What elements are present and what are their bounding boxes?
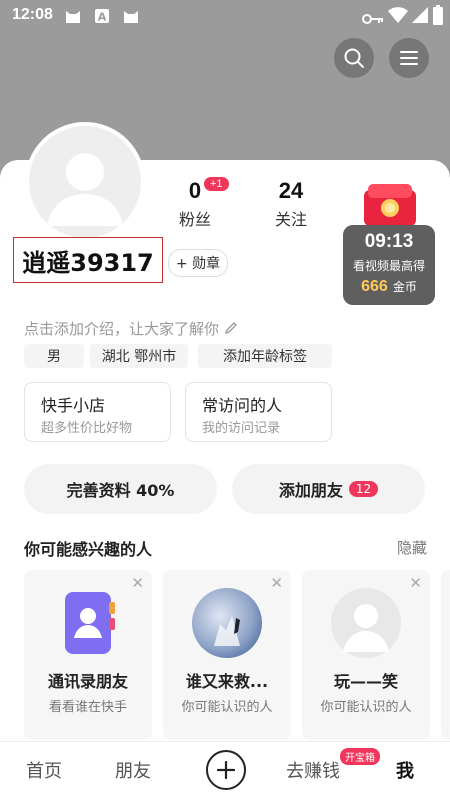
shortcut-subtitle: 超多性价比好物 <box>41 421 133 436</box>
fans-label: 粉丝 <box>178 210 211 229</box>
hide-recommendations-link[interactable]: 隐藏 <box>397 537 427 558</box>
recommendation-name: 谁又来救... <box>185 672 269 691</box>
recommendation-card[interactable]: ✕ 玩——笑 你可能认识的人 <box>302 570 430 740</box>
add-friends-label: 添加朋友 <box>278 481 343 500</box>
username: 逍遥39317 <box>22 248 154 277</box>
fans-new-badge: +1 <box>204 177 229 191</box>
recommendation-card[interactable]: ✕ 谁又来救... 你可能认识的人 <box>163 570 291 740</box>
battery-icon <box>433 5 443 29</box>
menu-button[interactable] <box>389 38 429 78</box>
close-icon[interactable]: ✕ <box>131 574 144 592</box>
recommendations-title: 你可能感兴趣的人 <box>24 540 153 559</box>
complete-profile-label: 完善资料 40% <box>66 481 175 500</box>
search-icon <box>344 48 364 68</box>
close-icon[interactable]: ✕ <box>409 574 422 592</box>
following-stat[interactable]: 24 关注 <box>266 178 316 230</box>
medal-button[interactable]: + 勋章 <box>168 249 228 277</box>
bio-placeholder[interactable]: 点击添加介绍，让大家了解你 <box>24 318 238 339</box>
add-friends-button[interactable]: 添加朋友 12 <box>232 464 425 514</box>
timer-caption: 看视频最高得 <box>352 259 425 273</box>
tag-gender[interactable]: 男 <box>24 344 84 368</box>
tag-add-age[interactable]: 添加年龄标签 <box>198 344 332 368</box>
following-count: 24 <box>278 178 304 203</box>
contacts-book-icon <box>53 588 123 658</box>
shortcut-subtitle: 我的访问记录 <box>202 421 281 436</box>
status-time: 12:08 <box>12 6 53 23</box>
reward-timer[interactable]: 09:13 看视频最高得 666 金币 <box>343 225 435 305</box>
timer-time: 09:13 <box>364 231 414 252</box>
close-icon[interactable]: ✕ <box>270 574 283 592</box>
edit-pencil-icon <box>224 322 237 335</box>
recommendation-subtitle: 看看谁在快手 <box>48 700 127 715</box>
wifi-icon <box>388 7 408 27</box>
status-bar: 12:08 A <box>0 0 450 34</box>
tag-add-age-label: 添加年龄标签 <box>223 349 307 365</box>
default-avatar-icon <box>47 153 123 226</box>
nav-earn[interactable]: 去赚钱 <box>286 757 340 783</box>
signal-icon <box>412 7 428 27</box>
add-friends-badge: 12 <box>348 481 379 497</box>
recommendation-name: 通讯录朋友 <box>47 672 128 691</box>
recommendation-subtitle: 你可能认识的人 <box>181 700 273 715</box>
shortcut-frequent-visitors[interactable]: 常访问的人 我的访问记录 <box>185 382 332 442</box>
nav-home[interactable]: 首页 <box>26 757 62 783</box>
tag-gender-label: 男 <box>47 349 61 365</box>
treasure-chest-badge: 开宝箱 <box>340 748 380 765</box>
key-icon <box>362 10 384 29</box>
medal-label: + 勋章 <box>175 256 221 272</box>
default-avatar-icon <box>331 588 401 658</box>
complete-profile-button[interactable]: 完善资料 40% <box>24 464 217 514</box>
bio-text: 点击添加介绍，让大家了解你 <box>24 320 220 338</box>
shortcut-kwai-shop[interactable]: 快手小店 超多性价比好物 <box>24 382 171 442</box>
bottom-navigation: 首页 朋友 去赚钱 开宝箱 我 <box>0 741 450 800</box>
app-a-notification-icon: A <box>94 8 110 28</box>
menu-icon <box>400 51 418 65</box>
nav-me[interactable]: 我 <box>396 757 414 783</box>
create-post-button[interactable] <box>206 750 246 790</box>
shortcut-title: 常访问的人 <box>202 396 283 415</box>
recommendation-card-partial[interactable] <box>441 570 450 740</box>
red-envelope-icon[interactable] <box>358 182 422 228</box>
recommendation-subtitle: 你可能认识的人 <box>320 700 412 715</box>
avatar[interactable] <box>25 122 145 242</box>
shortcut-title: 快手小店 <box>41 396 106 415</box>
following-label: 关注 <box>274 210 307 229</box>
cat-notification-icon-2 <box>122 8 140 28</box>
nav-friends[interactable]: 朋友 <box>115 757 151 783</box>
search-button[interactable] <box>334 38 374 78</box>
cat-notification-icon <box>64 8 82 28</box>
timer-unit: 金币 <box>392 280 417 294</box>
svg-text:A: A <box>98 11 107 24</box>
tag-location[interactable]: 湖北 鄂州市 <box>90 344 188 368</box>
recommendation-name: 玩——笑 <box>333 672 398 691</box>
tag-location-label: 湖北 鄂州市 <box>101 349 177 365</box>
recommendation-card[interactable]: ✕ 通讯录朋友 看看谁在快手 <box>24 570 152 740</box>
username-container[interactable]: 逍遥39317 <box>13 237 163 283</box>
plus-icon <box>217 761 235 779</box>
recommendation-avatar <box>192 588 262 658</box>
timer-amount: 666 <box>361 278 388 295</box>
